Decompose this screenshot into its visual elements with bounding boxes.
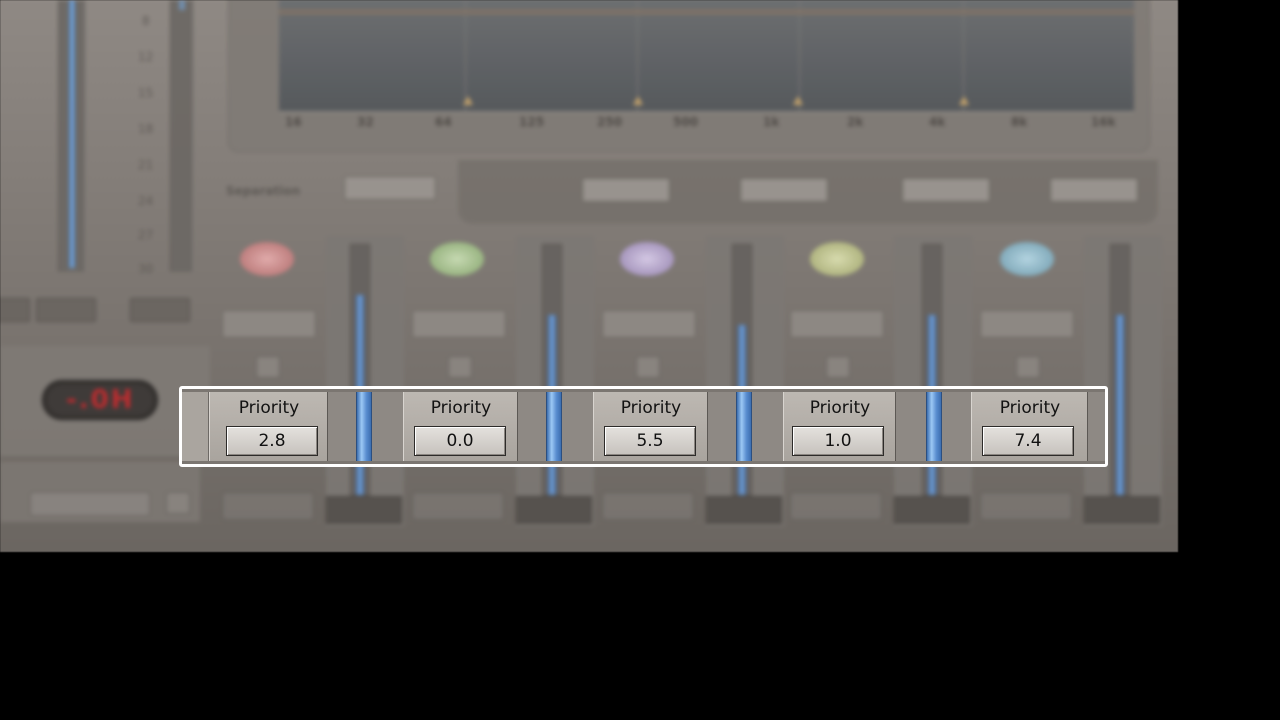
solo-button-icon[interactable] (1016, 356, 1040, 378)
background-plugin-content: 8 12 15 18 21 24 27 30 16 32 64 125 250 … (0, 0, 1178, 552)
input-meter-right (170, 0, 194, 272)
priority-strip-highlight: Priority 2.8 Priority 0.0 Priority 5.5 P… (179, 386, 1108, 467)
priority-band-3: Priority 5.5 (593, 392, 709, 461)
priority-band-5: Priority 7.4 (971, 392, 1089, 461)
priority-band-2: Priority 0.0 (403, 392, 519, 461)
priority-band-1: Priority 2.8 (209, 392, 329, 461)
band-meter-2 (517, 392, 595, 461)
strip-left-tab (182, 392, 209, 461)
priority-value-field[interactable]: 0.0 (414, 426, 506, 456)
input-meter-left (58, 0, 86, 272)
priority-label: Priority (809, 398, 871, 418)
band-meter-bar (926, 392, 942, 461)
band-knob-icon[interactable] (810, 242, 864, 276)
band-knob-icon[interactable] (240, 242, 294, 276)
band-knob-icon[interactable] (620, 242, 674, 276)
band-meter-3 (707, 392, 785, 461)
separation-label: Separation (226, 184, 301, 198)
band-meter-bar (546, 392, 562, 461)
spectrum-display-frame: 16 32 64 125 250 500 1k 2k 4k 8k 16k (228, 0, 1150, 152)
priority-label: Priority (999, 398, 1061, 418)
meter-readout-box (36, 298, 96, 322)
priority-value-field[interactable]: 1.0 (792, 426, 884, 456)
priority-label: Priority (620, 398, 682, 418)
band-meter-4 (895, 392, 973, 461)
band-meter-bar (356, 392, 372, 461)
priority-value-field[interactable]: 7.4 (982, 426, 1074, 456)
band-meter-5 (1087, 392, 1105, 461)
spectrum-display (279, 0, 1134, 113)
meter-readout-box (130, 298, 190, 322)
priority-label: Priority (238, 398, 300, 418)
priority-band-4: Priority 1.0 (783, 392, 897, 461)
band-meter-1 (327, 392, 405, 461)
left-edge-box (0, 298, 30, 322)
band-knob-icon[interactable] (430, 242, 484, 276)
solo-button-icon[interactable] (256, 356, 280, 378)
multiband-plugin-window: 8 12 15 18 21 24 27 30 16 32 64 125 250 … (0, 0, 1178, 552)
separation-box[interactable] (344, 176, 436, 200)
priority-value-field[interactable]: 2.8 (226, 426, 318, 456)
solo-button-icon[interactable] (826, 356, 850, 378)
solo-button-icon[interactable] (448, 356, 472, 378)
priority-value-field[interactable]: 5.5 (604, 426, 696, 456)
band-meter-bar (736, 392, 752, 461)
crossover-row (458, 160, 1158, 224)
band-knob-icon[interactable] (1000, 242, 1054, 276)
priority-label: Priority (430, 398, 492, 418)
solo-button-icon[interactable] (636, 356, 660, 378)
led-readout: -.0H (42, 380, 158, 420)
